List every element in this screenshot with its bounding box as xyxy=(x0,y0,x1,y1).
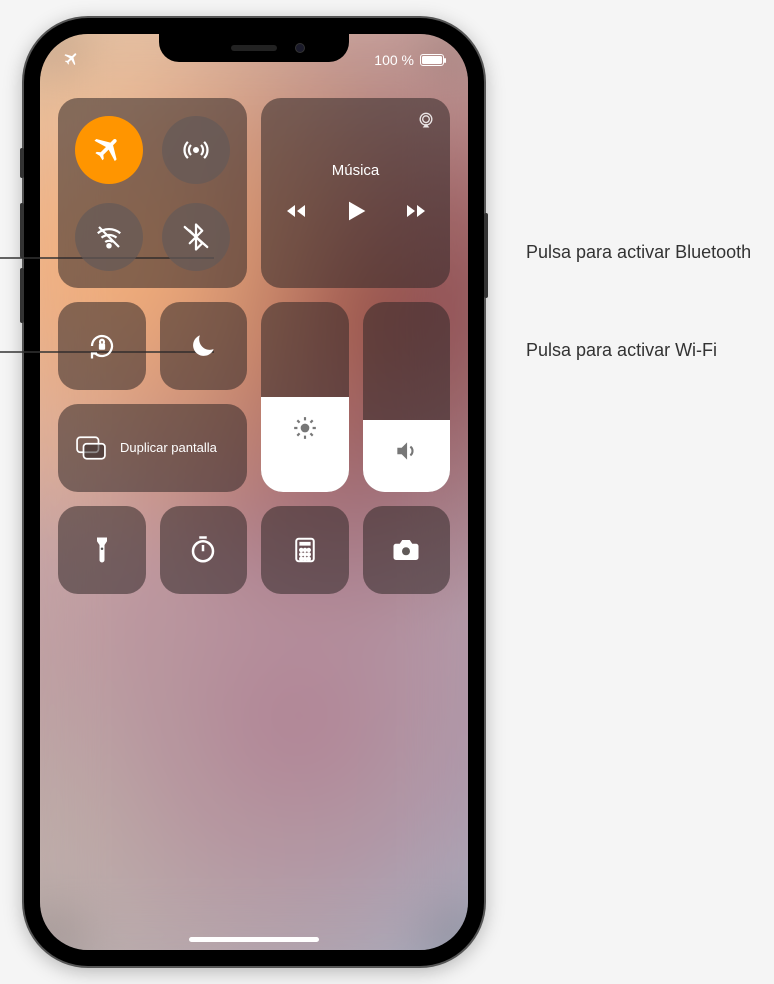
callout-bluetooth: Pulsa para activar Bluetooth xyxy=(526,240,751,264)
front-camera xyxy=(295,43,305,53)
screen-mirroring-button[interactable]: Duplicar pantalla xyxy=(58,404,247,492)
next-track-button[interactable] xyxy=(404,199,428,228)
side-button xyxy=(484,213,488,298)
flashlight-button[interactable] xyxy=(58,506,146,594)
volume-down-button xyxy=(20,268,24,323)
camera-button[interactable] xyxy=(363,506,451,594)
volume-up-button xyxy=(20,203,24,258)
bluetooth-button[interactable] xyxy=(162,203,230,271)
orientation-lock-button[interactable] xyxy=(58,302,146,390)
play-button[interactable] xyxy=(342,197,370,230)
airplane-mode-button[interactable] xyxy=(75,116,143,184)
do-not-disturb-button[interactable] xyxy=(160,302,248,390)
calculator-button[interactable] xyxy=(261,506,349,594)
mute-switch xyxy=(20,148,24,178)
screen: 100 % xyxy=(40,34,468,950)
music-module[interactable]: Música xyxy=(261,98,450,288)
screen-mirroring-label: Duplicar pantalla xyxy=(120,440,217,456)
brightness-icon xyxy=(261,415,349,441)
transport-controls xyxy=(284,197,428,230)
battery-icon xyxy=(420,54,444,66)
connectivity-module[interactable] xyxy=(58,98,247,288)
brightness-slider[interactable] xyxy=(261,302,349,492)
volume-slider[interactable] xyxy=(363,302,451,492)
phone-frame: 100 % xyxy=(24,18,484,966)
music-title: Música xyxy=(332,162,380,179)
previous-track-button[interactable] xyxy=(284,199,308,228)
volume-icon xyxy=(363,438,451,464)
battery-percent: 100 % xyxy=(374,52,414,68)
speaker-grille xyxy=(231,45,277,51)
cellular-data-button[interactable] xyxy=(162,116,230,184)
control-center: Música xyxy=(58,98,450,594)
airplay-icon[interactable] xyxy=(416,110,436,135)
home-indicator[interactable] xyxy=(189,937,319,942)
wifi-button[interactable] xyxy=(75,203,143,271)
airplane-status-icon xyxy=(64,51,80,70)
callout-wifi: Pulsa para activar Wi‑Fi xyxy=(526,338,717,362)
timer-button[interactable] xyxy=(160,506,248,594)
notch xyxy=(159,34,349,62)
